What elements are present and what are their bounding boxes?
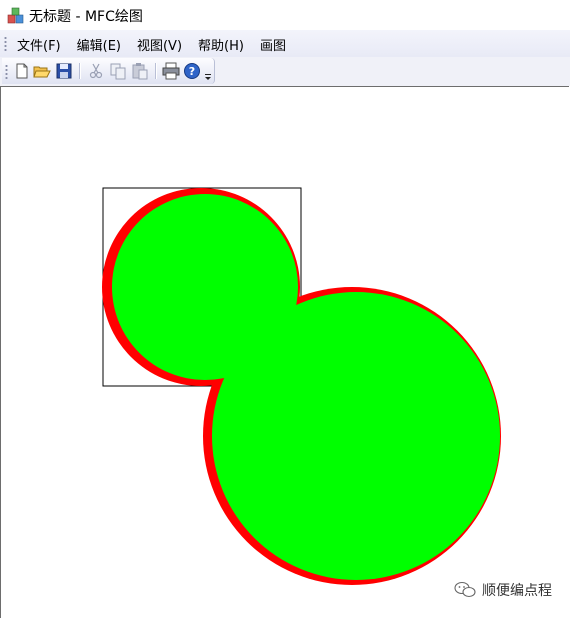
chat-bubble-icon: [454, 581, 476, 598]
menu-edit[interactable]: 编辑(E): [77, 35, 121, 54]
menu-help[interactable]: 帮助(H): [198, 35, 244, 54]
title-bar: 无标题 - MFC绘图: [0, 0, 570, 30]
new-icon[interactable]: [13, 62, 31, 80]
toolbar-separator: [79, 63, 81, 79]
app-icon: [7, 7, 24, 24]
copy-icon[interactable]: [109, 62, 127, 80]
toolbar-separator: [155, 63, 157, 79]
drawing-canvas[interactable]: [0, 86, 569, 618]
window-title: 无标题 - MFC绘图: [29, 9, 143, 25]
watermark: 顺便编点程: [454, 580, 552, 600]
open-icon[interactable]: [33, 62, 51, 80]
toolbar-row: ?: [0, 57, 570, 86]
menu-bar: 文件(F) 编辑(E) 视图(V) 帮助(H) 画图: [0, 30, 570, 57]
menu-view[interactable]: 视图(V): [137, 35, 182, 54]
print-icon[interactable]: [162, 62, 180, 80]
menu-draw[interactable]: 画图: [260, 35, 286, 54]
standard-toolbar: ?: [2, 58, 215, 84]
help-icon[interactable]: ?: [183, 62, 201, 80]
menubar-grip[interactable]: [4, 36, 7, 52]
large-circle-fill: [212, 292, 500, 580]
toolbar-overflow-icon[interactable]: [202, 60, 214, 82]
cut-icon[interactable]: [87, 62, 105, 80]
watermark-text: 顺便编点程: [482, 583, 552, 599]
toolbar-grip[interactable]: [5, 64, 8, 80]
save-icon[interactable]: [55, 62, 73, 80]
paste-icon[interactable]: [131, 62, 149, 80]
menu-file[interactable]: 文件(F): [17, 35, 61, 54]
drawing-surface: [102, 187, 501, 585]
svg-text:?: ?: [189, 65, 195, 78]
